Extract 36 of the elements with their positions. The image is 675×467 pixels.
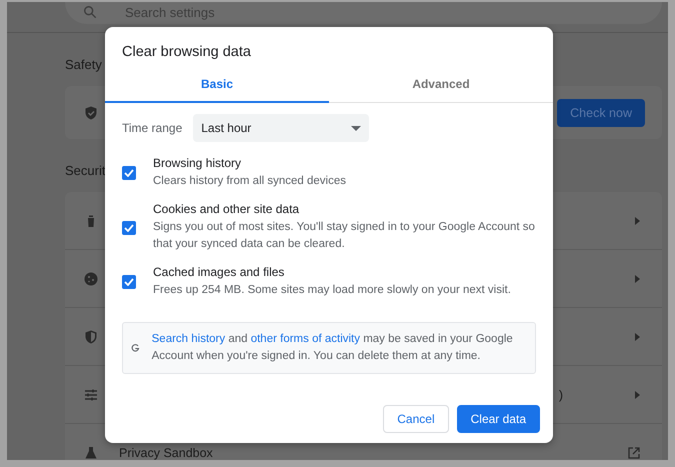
section-heading: Securit xyxy=(65,163,106,178)
dialog-title: Clear browsing data xyxy=(121,43,252,62)
tab[interactable]: Advanced xyxy=(329,74,553,103)
option-description: Frees up 254 MB. Some sites may load more slowly on your next visit. xyxy=(153,283,512,298)
row-label: Privacy Sandbox xyxy=(119,446,214,460)
flask-icon xyxy=(83,444,99,460)
notice-text: Search history and other forms of activity may be saved in your Google Account when you're signed in. You can delete them at any time. xyxy=(152,332,514,364)
time-range-label: Time range xyxy=(122,121,182,135)
search-history-link[interactable]: Search history xyxy=(152,333,226,345)
option-title: Cookies and other site data xyxy=(153,202,300,216)
check-now-button[interactable]: Check now xyxy=(557,98,645,126)
caret-right-icon[interactable] xyxy=(635,390,640,398)
checkbox[interactable] xyxy=(122,220,136,234)
option-description: Clears history from all synced devices xyxy=(153,174,348,189)
sliders-icon xyxy=(83,386,99,402)
row-label: ) xyxy=(558,388,564,402)
option-description: Signs you out of most sites. You'll stay signed in to your Google Account so that your synced data can be cleared. xyxy=(153,220,536,252)
time-range-dropdown[interactable]: Last hour xyxy=(193,114,370,142)
checkbox[interactable] xyxy=(122,275,136,289)
cookie-icon xyxy=(83,270,99,286)
search-icon xyxy=(83,5,97,19)
caret-down-icon xyxy=(351,126,362,130)
caret-right-icon[interactable] xyxy=(635,216,640,224)
tab[interactable]: Basic xyxy=(105,74,329,103)
shield-icon xyxy=(83,328,99,344)
activity-link[interactable]: other forms of activity xyxy=(250,333,360,345)
checkbox[interactable] xyxy=(122,166,136,180)
clear-data-button[interactable]: Clear data xyxy=(456,405,540,433)
option-title: Browsing history xyxy=(153,156,242,170)
shield-check-icon xyxy=(83,104,99,120)
external-link-icon[interactable] xyxy=(628,446,640,458)
caret-right-icon[interactable] xyxy=(635,332,640,340)
option-title: Cached images and files xyxy=(153,265,286,279)
caret-right-icon[interactable] xyxy=(635,274,640,282)
section-heading: Safety xyxy=(65,57,102,72)
cancel-button[interactable]: Cancel xyxy=(383,405,449,433)
